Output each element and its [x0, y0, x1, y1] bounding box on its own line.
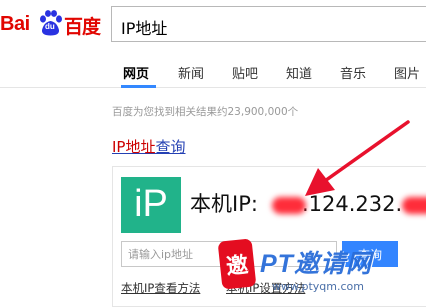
search-query-text: IP地址: [121, 19, 168, 38]
ip-redaction-1: [271, 196, 306, 214]
watermark-text: PT邀请网: [260, 250, 372, 278]
watermark: 邀 PT邀请网 www.ptyqm.com: [217, 236, 426, 307]
tab-images[interactable]: 图片: [394, 63, 420, 82]
active-tab-indicator: [121, 85, 156, 88]
ip-redaction-2: [402, 196, 426, 214]
tab-zhidao[interactable]: 知道: [286, 63, 312, 82]
result-title-link[interactable]: IP地址查询: [112, 136, 186, 157]
watermark-badge: 邀: [217, 238, 257, 290]
result-title-highlight: IP地址: [112, 138, 156, 156]
search-tabs: 网页 新闻 贴吧 知道 音乐 图片: [0, 51, 426, 88]
ip-label: 本机IP:: [190, 192, 258, 216]
ip-display: 本机IP: .124.232.: [190, 188, 426, 218]
result-count: 百度为您找到相关结果约23,900,000个: [112, 106, 299, 118]
ip-logo: iP: [121, 177, 181, 233]
ip-middle: .124.232.: [301, 192, 403, 216]
tab-music[interactable]: 音乐: [340, 63, 366, 82]
watermark-url: www.ptyqm.com: [272, 280, 364, 293]
ip-logo-text: iP: [134, 183, 168, 225]
logo-latin-text: Bai: [0, 13, 30, 35]
result-title-rest: 查询: [155, 138, 186, 156]
baidu-logo[interactable]: Bai du 百度: [0, 10, 104, 38]
header: Bai du 百度 IP地址: [0, 0, 426, 50]
search-input[interactable]: IP地址: [111, 6, 426, 42]
logo-chinese-text: 百度: [64, 16, 101, 38]
watermark-badge-text: 邀: [224, 252, 250, 281]
tab-web[interactable]: 网页: [123, 63, 149, 82]
ip-view-method-link[interactable]: 本机IP查看方法: [121, 280, 200, 296]
tab-tieba[interactable]: 贴吧: [232, 63, 258, 82]
tab-news[interactable]: 新闻: [178, 63, 204, 82]
logo-du-text: du: [45, 22, 55, 31]
